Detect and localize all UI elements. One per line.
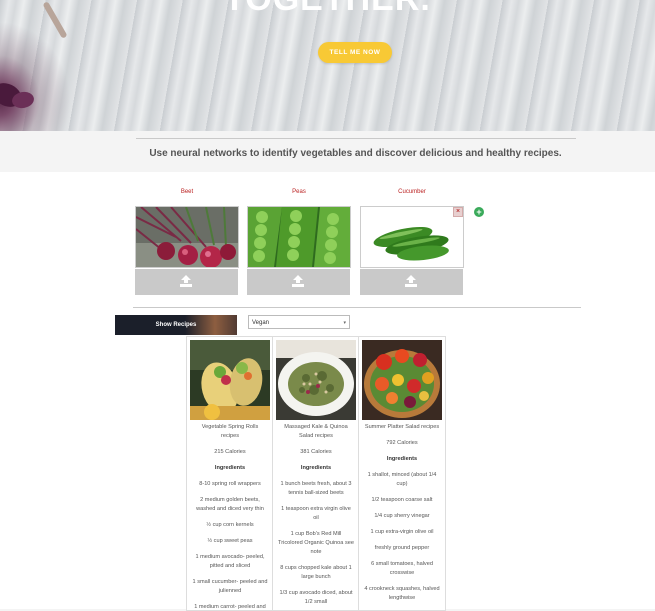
ingredient-item: 6 small tomatoes, halved crosswise <box>371 561 433 576</box>
ingredient-item: 1/3 cup avocado diced, about 1/2 small <box>279 590 353 605</box>
upload-button-beet[interactable] <box>135 269 238 295</box>
recipe-calories: 215 Calories <box>214 449 246 455</box>
tagline: Use neural networks to identify vegetabl… <box>149 148 562 159</box>
vegetable-label-peas: Peas <box>292 189 306 195</box>
vegetable-label-beet: Beet <box>180 189 194 195</box>
ingredient-item: 1 medium carrot- peeled and julienned <box>194 604 266 610</box>
remove-vegetable-button[interactable]: × <box>453 207 463 217</box>
ingredient-item: 4 crookneck squashes, halved lengthwise <box>364 586 440 601</box>
upload-button-cucumber[interactable] <box>360 269 463 295</box>
hero-banner: TOGETHER. TELL ME NOW <box>0 0 655 131</box>
recipe-image <box>190 340 270 420</box>
ingredient-item: 8-10 spring roll wrappers <box>199 481 261 487</box>
ingredient-item: 1 shallot, minced (about 1/4 cup) <box>367 472 437 487</box>
recipe-calories: 792 Calories <box>386 440 418 446</box>
show-recipes-label: Show Recipes <box>155 322 197 328</box>
upload-button-peas[interactable] <box>247 269 350 295</box>
ingredients-heading: Ingredients <box>214 465 246 471</box>
diet-select-value: Vegan <box>252 320 270 326</box>
recipe-title: Vegetable Spring Rolls recipes <box>201 424 259 439</box>
upload-icon <box>405 275 417 287</box>
ingredient-item: 8 cups chopped kale about 1 large bunch <box>280 565 352 580</box>
chevron-down-icon: ▾ <box>343 320 346 326</box>
ingredient-item: 1/4 cup sherry vinegar <box>374 513 430 519</box>
recipe-card[interactable]: Summer Platter Salad recipes 792 Calorie… <box>358 336 446 611</box>
ingredient-item: 1/2 teaspoon coarse salt <box>371 497 433 503</box>
divider <box>133 307 581 308</box>
ingredients-heading: Ingredients <box>386 456 418 462</box>
ingredient-item: freshly ground pepper <box>374 545 430 551</box>
vegetable-image-cucumber <box>360 206 464 268</box>
recipe-image <box>276 340 356 420</box>
divider <box>136 138 576 139</box>
recipe-calories: 381 Calories <box>300 449 332 455</box>
recipe-image <box>362 340 442 420</box>
vegetable-image-peas <box>247 206 351 268</box>
recipe-title: Summer Platter Salad recipes <box>364 424 440 430</box>
ingredient-item: ½ cup corn kernels <box>206 522 254 528</box>
ingredient-item: 2 medium golden beets, washed and diced … <box>196 497 264 512</box>
ingredient-item: 1 small cucumber- peeled and julienned <box>192 579 268 594</box>
ingredient-item: 1 teaspoon extra virgin olive oil <box>281 506 351 521</box>
ingredient-item: ½ cup sweet peas <box>207 538 253 544</box>
recipe-card[interactable]: Vegetable Spring Rolls recipes 215 Calor… <box>186 336 274 611</box>
upload-icon <box>180 275 192 287</box>
ingredient-item: 1 cup Bob's Red Mill Tricolored Organic … <box>278 531 354 555</box>
upload-icon <box>292 275 304 287</box>
ingredients-heading: Ingredients <box>300 465 332 471</box>
vegetable-image-beet <box>135 206 239 268</box>
vegetable-label-cucumber: Cucumber <box>398 189 426 195</box>
tell-me-now-button[interactable]: TELL ME NOW <box>318 42 392 63</box>
show-recipes-button[interactable]: Show Recipes <box>115 315 237 335</box>
ingredient-item: 1 bunch beets fresh, about 3 tennis ball… <box>280 481 352 496</box>
recipe-card[interactable]: Massaged Kale & Quinoa Salad recipes 381… <box>272 336 360 611</box>
ingredient-item: 1 cup extra-virgin olive oil <box>370 529 434 535</box>
diet-select[interactable]: Vegan ▾ <box>248 315 350 329</box>
hero-background-vegetables <box>0 0 90 131</box>
add-vegetable-button[interactable]: + <box>474 207 484 217</box>
recipe-title: Massaged Kale & Quinoa Salad recipes <box>284 424 348 439</box>
hero-title: TOGETHER. <box>0 0 655 19</box>
ingredient-item: 1 medium avocado- peeled, pitted and sli… <box>195 554 265 569</box>
